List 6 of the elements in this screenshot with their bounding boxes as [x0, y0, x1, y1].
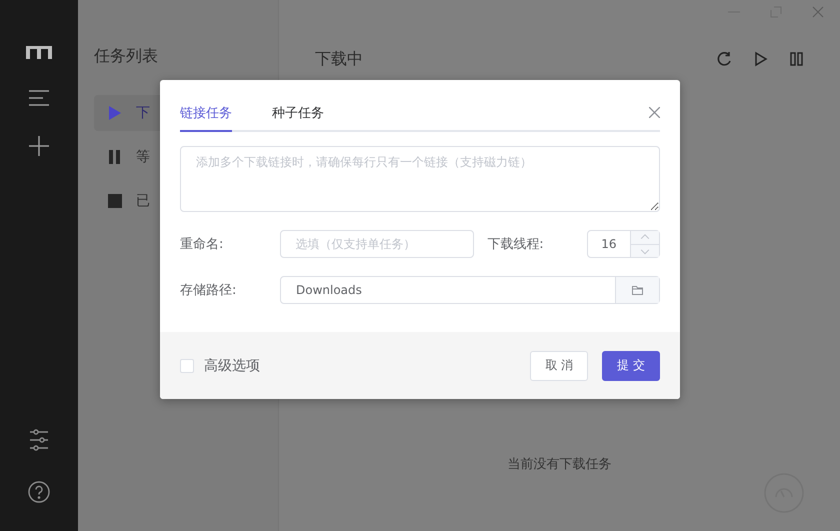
empty-message: 当前没有下载任务 [508, 456, 612, 473]
panel-title: 任务列表 [94, 46, 159, 67]
field-label: 存储路径: [180, 282, 238, 299]
field-label: 重命名: [180, 236, 224, 253]
field-label: 下载线程: [487, 236, 545, 253]
page-title: 下载中 [315, 48, 364, 70]
